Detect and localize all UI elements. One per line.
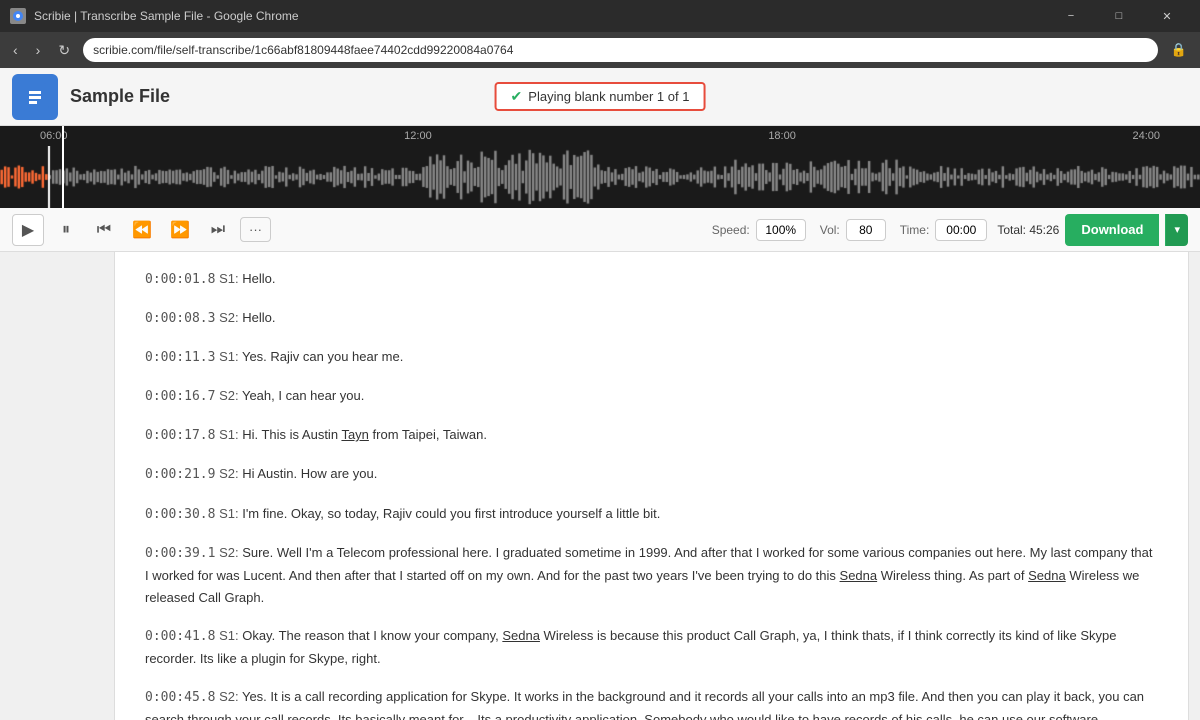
maximize-button[interactable]: □ xyxy=(1096,0,1142,32)
transcript-line: 0:00:41.8 S1: Okay. The reason that I kn… xyxy=(145,625,1158,670)
transcript-line: 0:00:08.3 S2: Hello. xyxy=(145,307,1158,330)
address-bar: ‹ › ↻ 🔒 xyxy=(0,32,1200,68)
transcript-line: 0:00:39.1 S2: Sure. Well I'm a Telecom p… xyxy=(145,542,1158,609)
transcript-line: 0:00:45.8 S2: Yes. It is a call recordin… xyxy=(145,686,1158,720)
window-controls: − □ ✕ xyxy=(1048,0,1190,32)
skip-to-end-button[interactable]: ⏭ xyxy=(202,214,234,246)
minimize-button[interactable]: − xyxy=(1048,0,1094,32)
title-bar: Scribie | Transcribe Sample File - Googl… xyxy=(0,0,1200,32)
transcript-line: 0:00:01.8 S1: Hello. xyxy=(145,268,1158,291)
time-mark-4: 24:00 xyxy=(1132,130,1160,142)
fast-forward-button[interactable]: ⏩ xyxy=(164,214,196,246)
waveform-times: 06:00 12:00 18:00 24:00 xyxy=(0,130,1200,142)
time-label: Time: xyxy=(900,223,930,237)
time-mark-3: 18:00 xyxy=(768,130,796,142)
app-header: Sample File ✔ Playing blank number 1 of … xyxy=(0,68,1200,126)
chrome-icon xyxy=(10,8,26,24)
vol-input[interactable] xyxy=(846,219,886,241)
forward-button[interactable]: › xyxy=(31,40,46,60)
transcript-line: 0:00:17.8 S1: Hi. This is Austin Tayn fr… xyxy=(145,424,1158,447)
transcript-line: 0:00:30.8 S1: I'm fine. Okay, so today, … xyxy=(145,503,1158,526)
transcript-area[interactable]: 0:00:01.8 S1: Hello. 0:00:08.3 S2: Hello.… xyxy=(115,252,1188,720)
back-button[interactable]: ‹ xyxy=(8,40,23,60)
transcript-line: 0:00:11.3 S1: Yes. Rajiv can you hear me… xyxy=(145,346,1158,369)
playing-dot-icon: ✔ xyxy=(511,88,523,105)
transcript-line: 0:00:21.9 S2: Hi Austin. How are you. xyxy=(145,463,1158,486)
more-options-button[interactable]: ··· xyxy=(240,217,271,242)
refresh-button[interactable]: ↻ xyxy=(53,40,75,61)
speed-label: Speed: xyxy=(712,223,750,237)
window-title: Scribie | Transcribe Sample File - Googl… xyxy=(34,9,299,23)
play-button[interactable]: ▶ xyxy=(12,214,44,246)
app-logo xyxy=(12,74,58,120)
download-dropdown-button[interactable]: ▾ xyxy=(1165,214,1188,246)
scrollbar[interactable] xyxy=(1188,252,1200,720)
download-button[interactable]: Download xyxy=(1065,214,1159,246)
time-input[interactable] xyxy=(935,219,987,241)
rewind-button[interactable]: ⏪ xyxy=(126,214,158,246)
vol-label: Vol: xyxy=(820,223,840,237)
waveform-area[interactable]: 06:00 12:00 18:00 24:00 00:00 xyxy=(0,126,1200,208)
title-bar-left: Scribie | Transcribe Sample File - Googl… xyxy=(10,8,299,24)
skip-to-start-button[interactable]: ⏮ xyxy=(88,214,120,246)
controls-bar: ▶ ⏸ ⏮ ⏪ ⏩ ⏭ ··· Speed: Vol: Time: Total:… xyxy=(0,208,1200,252)
speed-input[interactable] xyxy=(756,219,806,241)
transcript-line: 0:00:16.7 S2: Yeah, I can hear you. xyxy=(145,385,1158,408)
playhead-cursor xyxy=(62,126,64,208)
file-title: Sample File xyxy=(70,86,170,107)
total-duration: Total: 45:26 xyxy=(997,223,1059,237)
time-mark-2: 12:00 xyxy=(404,130,432,142)
main-content: 0:00:01.8 S1: Hello. 0:00:08.3 S2: Hello.… xyxy=(0,252,1200,720)
close-button[interactable]: ✕ xyxy=(1144,0,1190,32)
address-input[interactable] xyxy=(83,38,1158,62)
playing-status-badge: ✔ Playing blank number 1 of 1 xyxy=(495,82,706,111)
extension-icon: 🔒 xyxy=(1166,40,1192,60)
playing-status-text: Playing blank number 1 of 1 xyxy=(528,89,689,104)
pause-button[interactable]: ⏸ xyxy=(50,214,82,246)
sidebar xyxy=(0,252,115,720)
